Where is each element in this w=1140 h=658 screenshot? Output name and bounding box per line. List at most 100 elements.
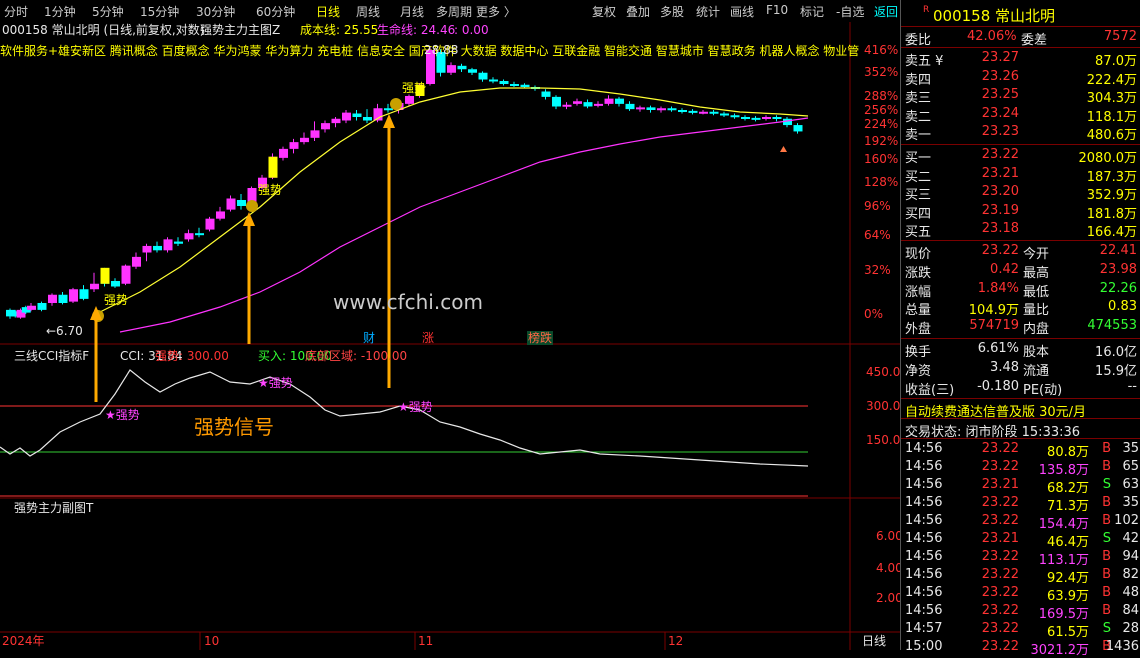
toolbar-button-8[interactable]: 返回 — [874, 3, 898, 20]
period-tab-5[interactable]: 60分钟 — [256, 3, 295, 20]
kline-chart[interactable]: 000158 常山北明 (日线,前复权,对数)强势主力主图Z 成本线: 25.55… — [0, 22, 900, 650]
tick-price: 23.22 — [981, 621, 1019, 636]
stat-value: 23.22 — [981, 243, 1019, 258]
candle-body-8 — [69, 289, 78, 302]
sell-row-4: 卖一 23.23 480.6万 — [901, 123, 1140, 144]
buy-vol: 166.4万 — [1086, 225, 1137, 241]
signal-label-1: 强势 — [258, 183, 282, 197]
candle-body-6 — [48, 294, 57, 303]
tick-price: 23.22 — [981, 567, 1019, 582]
tick-price: 23.22 — [981, 603, 1019, 618]
toolbar-button-7[interactable]: -自选 — [836, 3, 864, 20]
candle-body-36 — [363, 117, 372, 121]
cci-y-tick-2: 150.0 — [866, 433, 900, 447]
sell-price: 23.25 — [981, 87, 1019, 103]
panel-divider — [901, 144, 1140, 145]
panel-divider — [901, 240, 1140, 241]
moneybag-icon-1 — [246, 200, 258, 212]
tick-side: B — [1102, 549, 1111, 564]
trade-status-row: 交易状态: 闭市阶段 15:33:36 — [901, 420, 1140, 440]
y-tick-main-4: 224% — [864, 117, 898, 131]
stat2-label2: 流通 — [1023, 363, 1050, 379]
period-tab-4[interactable]: 30分钟 — [196, 3, 235, 20]
tick-side: B — [1102, 513, 1111, 528]
stat2-row-1: 净资 3.48 流通 15.9亿 — [901, 359, 1140, 379]
sell-vol: 118.1万 — [1086, 109, 1137, 125]
candle-body-33 — [331, 118, 341, 124]
period-tab-7[interactable]: 周线 — [356, 3, 380, 20]
buy-label: 买三 — [905, 188, 932, 204]
toolbar-button-5[interactable]: F10 — [766, 3, 788, 17]
tick-count: 94 — [1122, 549, 1139, 564]
tick-count: 82 — [1122, 567, 1139, 582]
sell-price: 23.26 — [981, 68, 1019, 84]
weicha-value: 7572 — [1103, 29, 1137, 44]
candle-body-35 — [352, 113, 362, 117]
y-tick-main-10: 32% — [864, 263, 891, 277]
tick-count: 102 — [1114, 513, 1139, 528]
stat2-label2: 股本 — [1023, 345, 1050, 360]
toolbar-button-6[interactable]: 标记 — [800, 3, 824, 20]
buy-label: 买四 — [905, 206, 932, 222]
cci-name: 三线CCI指标F — [14, 348, 89, 363]
cci-y-tick-1: 300.0 — [866, 399, 900, 413]
candle-body-9 — [79, 289, 89, 299]
tick-count: 42 — [1122, 531, 1139, 546]
toolbar-button-2[interactable]: 多股 — [660, 3, 684, 20]
quote-panel: R 000158 常山北明 委比 42.06% 委差 7572 卖五 ¥ 23.27 87.0万… — [900, 0, 1140, 658]
tick-time: 14:56 — [905, 495, 943, 510]
candle-body-69 — [709, 111, 719, 114]
weibi-value: 42.06% — [967, 29, 1017, 44]
candle-body-40 — [405, 96, 414, 104]
stat-label2: 最高 — [1023, 265, 1050, 281]
sell-label: 卖三 — [905, 91, 932, 107]
candle-body-16 — [153, 245, 162, 251]
r-badge: R — [923, 5, 930, 15]
tick-time: 14:56 — [905, 585, 943, 600]
toolbar-button-1[interactable]: 叠加 — [626, 3, 650, 20]
candle-body-14 — [132, 256, 141, 267]
y-tick-main-8: 96% — [864, 199, 891, 213]
toolbar-button-4[interactable]: 画线 — [730, 3, 754, 20]
toolbar-button-0[interactable]: 复权 — [592, 3, 616, 20]
ad-row: 自动续费通达信普及版 30元/月 — [901, 400, 1140, 420]
candle-body-22 — [216, 211, 225, 219]
stock-title: R 000158 常山北明 — [901, 4, 1140, 25]
period-tab-8[interactable]: 月线 — [400, 3, 424, 20]
buy-row-0: 买一 23.22 2080.0万 — [901, 146, 1140, 166]
candle-body-60 — [615, 98, 624, 104]
cci-y-tick-0: 450.0 — [866, 365, 900, 379]
buy-row-3: 买四 23.19 181.8万 — [901, 202, 1140, 222]
candle-body-73 — [751, 117, 761, 120]
tick-side: S — [1102, 531, 1111, 546]
period-tab-3[interactable]: 15分钟 — [140, 3, 179, 20]
buy-price: 23.20 — [981, 184, 1019, 200]
period-tab-0[interactable]: 分时 — [4, 3, 28, 20]
candle-body-23 — [226, 198, 236, 210]
period-tab-6[interactable]: 日线 — [316, 3, 340, 20]
period-tab-1[interactable]: 1分钟 — [44, 3, 76, 20]
cci-strong: 强势: 300.00 — [155, 349, 229, 363]
period-tab-10[interactable]: 更多 〉 — [476, 3, 516, 20]
sell-row-0: 卖五 ¥ 23.27 87.0万 — [901, 49, 1140, 69]
tick-side: B — [1102, 567, 1111, 582]
event-rank-icon: 榜跌 — [528, 330, 552, 345]
candle-body-49 — [499, 81, 509, 84]
tick-time: 14:56 — [905, 603, 943, 618]
period-tab-2[interactable]: 5分钟 — [92, 3, 124, 20]
toolbar-button-3[interactable]: 统计 — [696, 3, 720, 20]
buy-label: 买一 — [905, 151, 932, 166]
candle-body-17 — [163, 239, 173, 251]
buy-vol: 352.9万 — [1086, 188, 1137, 204]
sub-y-tick-2: 2.00 — [876, 591, 900, 605]
tick-time: 14:56 — [905, 567, 943, 582]
panel-divider — [901, 418, 1140, 419]
stat2-label: 净资 — [905, 363, 932, 379]
y-tick-main-11: 0% — [864, 307, 883, 321]
period-tab-9[interactable]: 多周期 — [436, 3, 472, 20]
sell-label: 卖一 — [905, 128, 932, 144]
candle-body-68 — [699, 111, 708, 114]
candle-body-48 — [489, 79, 498, 82]
candle-body-31 — [310, 130, 320, 138]
stat2-label2: PE(动) — [1023, 382, 1063, 398]
